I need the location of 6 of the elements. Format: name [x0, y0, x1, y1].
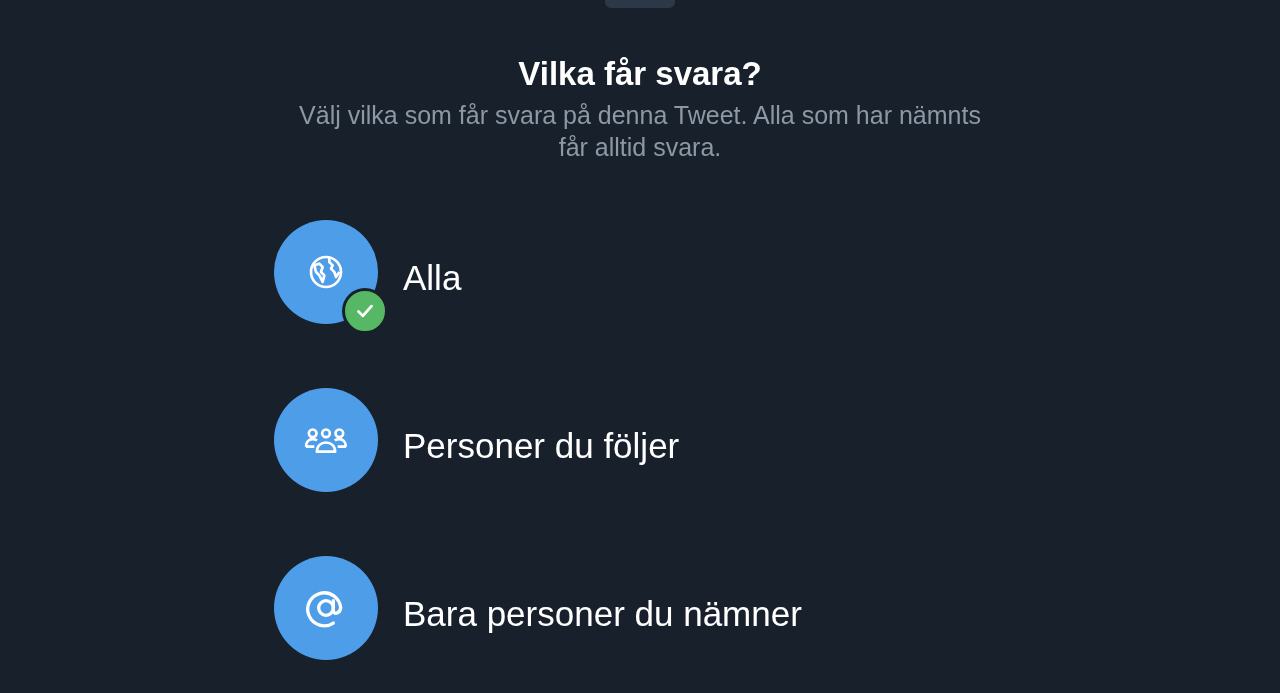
dialog-title: Vilka får svara? [518, 54, 762, 94]
dialog-description: Välj vilka som får svara på denna Tweet. Alla som har nämnts får alltid svara. [298, 100, 982, 163]
reply-option[interactable]: Bara personer du nämner [274, 556, 1006, 672]
drag-handle[interactable] [605, 0, 675, 8]
reply-option[interactable]: Personer du följer [274, 388, 1006, 504]
reply-option[interactable]: Alla [274, 220, 1006, 336]
